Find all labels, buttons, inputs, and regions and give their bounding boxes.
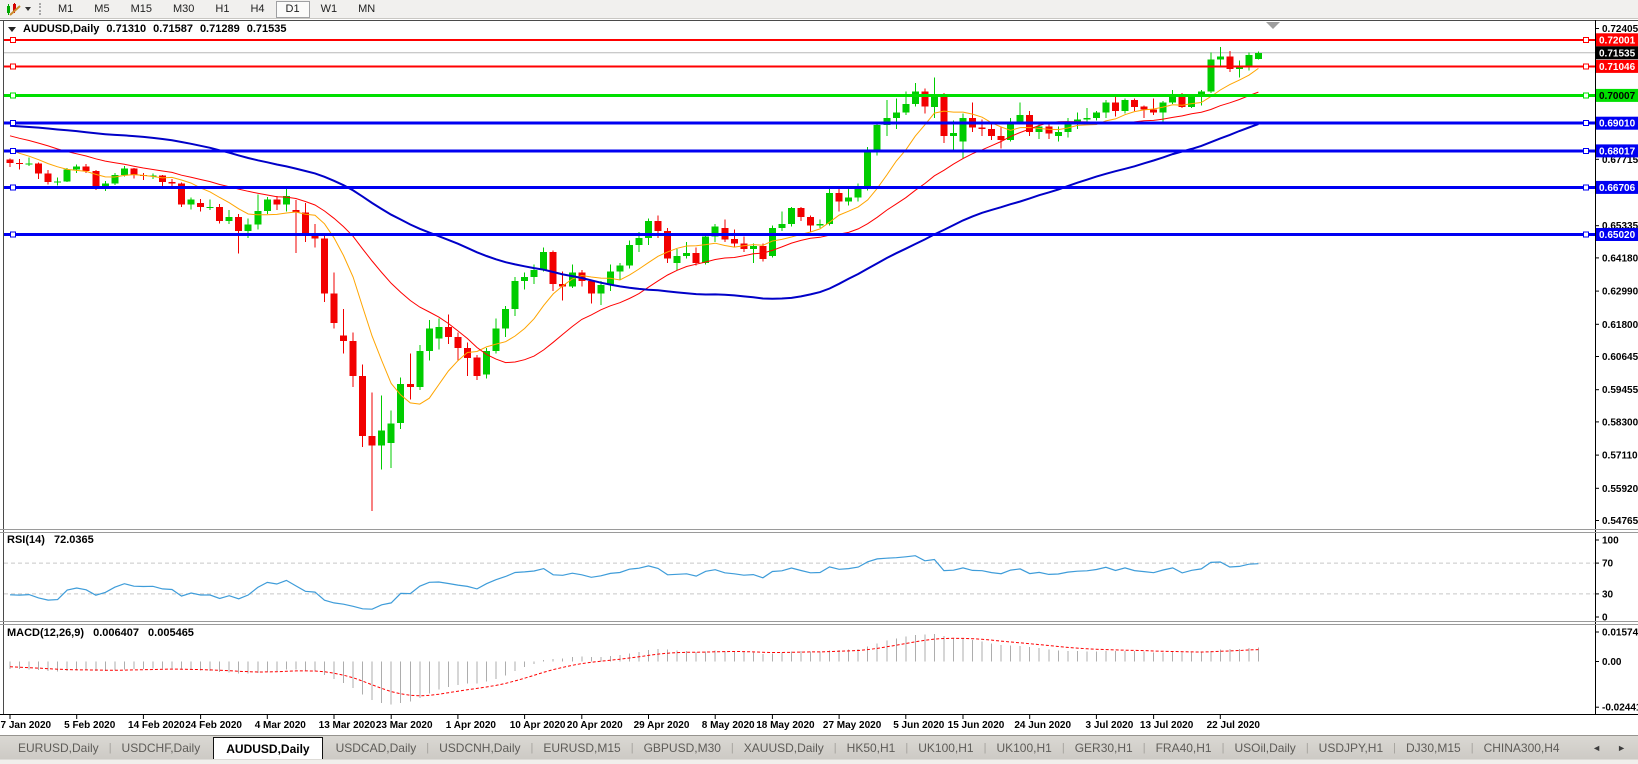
macd-main-value: 0.006407 — [93, 627, 139, 639]
period-button-m30[interactable]: M30 — [163, 1, 204, 18]
chart-tab-fra40-h1[interactable]: FRA40,H1 — [1146, 737, 1222, 759]
chart-tab-gbpusd-m30[interactable]: GBPUSD,M30 — [634, 737, 731, 759]
tabs-scroll-controls: ◄ ► — [1592, 743, 1626, 753]
period-button-w1[interactable]: W1 — [311, 1, 348, 18]
chart-tab-china300-h4[interactable]: CHINA300,H4 — [1474, 737, 1570, 759]
period-button-m15[interactable]: M15 — [121, 1, 162, 18]
chart-tabs-bar: EURUSD,Daily|USDCHF,DailyAUDUSD,DailyUSD… — [0, 735, 1638, 759]
chart-canvas[interactable]: 0.724050.677150.653350.641800.629900.618… — [0, 0, 1638, 764]
time-scale[interactable] — [0, 715, 1595, 735]
chart-tabs: EURUSD,Daily|USDCHF,DailyAUDUSD,DailyUSD… — [0, 736, 1638, 759]
chart-tab-usdcad-daily[interactable]: USDCAD,Daily — [326, 737, 427, 759]
chart-tab-audusd-daily[interactable]: AUDUSD,Daily — [213, 737, 322, 759]
chart-tab-eurusd-m15[interactable]: EURUSD,M15 — [533, 737, 630, 759]
chart-tab-usdchf-daily[interactable]: USDCHF,Daily — [112, 737, 211, 759]
status-bar — [0, 759, 1638, 764]
period-button-h4[interactable]: H4 — [240, 1, 274, 18]
chart-tab-uk100-h1[interactable]: UK100,H1 — [986, 737, 1061, 759]
rsi-indicator-label: RSI(14) 72.0365 — [7, 534, 94, 546]
macd-signal-value: 0.005465 — [148, 627, 194, 639]
chart-tab-eurusd-daily[interactable]: EURUSD,Daily — [8, 737, 109, 759]
rsi-value: 72.0365 — [54, 534, 94, 546]
chart-tab-xauusd-daily[interactable]: XAUUSD,Daily — [734, 737, 834, 759]
chart-plot-area[interactable] — [4, 21, 1595, 529]
ohlc-high: 0.71587 — [153, 23, 193, 35]
macd-indicator-label: MACD(12,26,9) 0.006407 0.005465 — [7, 627, 194, 639]
chart-tab-dj30-m15[interactable]: DJ30,M15 — [1396, 737, 1471, 759]
candlestick-tool-glyph — [5, 2, 21, 16]
period-button-m1[interactable]: M1 — [48, 1, 83, 18]
symbol-period-label: AUDUSD,Daily — [23, 23, 99, 35]
chart-tab-usoil-daily[interactable]: USOil,Daily — [1224, 737, 1305, 759]
chart-title: AUDUSD,Daily 0.71310 0.71587 0.71289 0.7… — [8, 23, 286, 35]
chart-tool-icon[interactable] — [5, 2, 21, 16]
period-button-d1[interactable]: D1 — [276, 1, 310, 18]
ohlc-low: 0.71289 — [200, 23, 240, 35]
tabs-scroll-right-icon[interactable]: ► — [1617, 743, 1626, 753]
tabs-scroll-left-icon[interactable]: ◄ — [1592, 743, 1601, 753]
period-buttons-group: M1M5M15M30H1H4D1W1MN — [48, 1, 385, 18]
symbol-dropdown-icon[interactable] — [8, 27, 16, 32]
chart-tab-usdjpy-h1[interactable]: USDJPY,H1 — [1309, 737, 1393, 759]
timeframe-toolbar: M1M5M15M30H1H4D1W1MN — [0, 0, 1638, 19]
chart-tab-uk100-h1[interactable]: UK100,H1 — [908, 737, 983, 759]
period-button-mn[interactable]: MN — [348, 1, 385, 18]
ohlc-close: 0.71535 — [247, 23, 287, 35]
period-button-m5[interactable]: M5 — [84, 1, 119, 18]
chart-tab-ger30-h1[interactable]: GER30,H1 — [1065, 737, 1143, 759]
tool-dropdown-caret-icon[interactable] — [25, 7, 31, 11]
chart-tab-usdcnh-daily[interactable]: USDCNH,Daily — [429, 737, 530, 759]
macd-name: MACD(12,26,9) — [7, 627, 84, 639]
period-button-h1[interactable]: H1 — [205, 1, 239, 18]
ohlc-open: 0.71310 — [106, 23, 146, 35]
price-scale[interactable] — [1596, 20, 1638, 714]
toolbar-grip[interactable] — [39, 3, 41, 15]
chart-tab-hk50-h1[interactable]: HK50,H1 — [837, 737, 906, 759]
rsi-name: RSI(14) — [7, 534, 45, 546]
